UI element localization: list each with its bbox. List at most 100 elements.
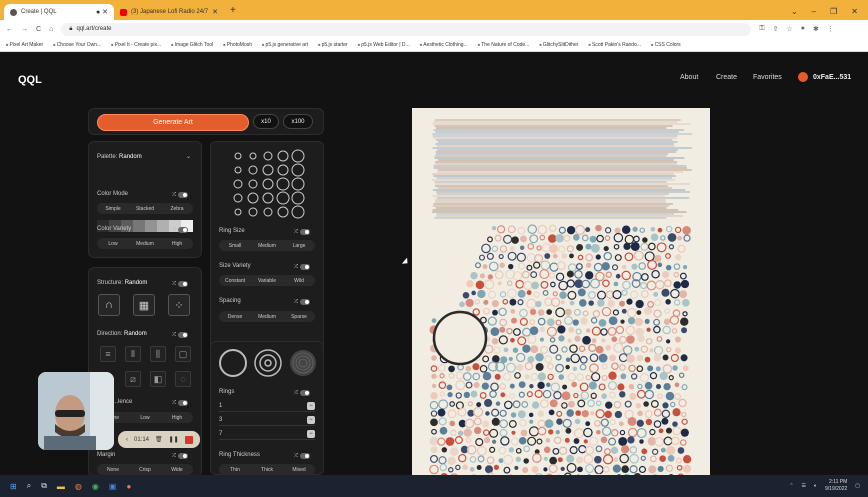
direction-circular-icon[interactable]: ◌ xyxy=(175,371,191,387)
reload-icon[interactable]: C xyxy=(36,26,41,33)
menu-icon[interactable]: ⋮ xyxy=(827,25,834,33)
nav-about[interactable]: About xyxy=(680,74,698,81)
minimize-icon[interactable]: – xyxy=(812,7,816,16)
option-constant[interactable]: Constant xyxy=(219,275,251,286)
option-wide[interactable]: Wide xyxy=(161,464,193,475)
option-low[interactable]: Low xyxy=(97,238,129,249)
home-icon[interactable]: ⌂ xyxy=(49,26,53,33)
option-none[interactable]: None xyxy=(97,464,129,475)
qql-logo[interactable]: QQL xyxy=(18,74,42,86)
option-mixed[interactable]: Mixed xyxy=(283,464,315,475)
option-large[interactable]: Large xyxy=(283,240,315,251)
direction-horizontal-icon[interactable]: ≡ xyxy=(100,346,116,362)
close-window-icon[interactable]: ✕ xyxy=(851,7,858,16)
turbulence-random-toggle[interactable]: ⤮ xyxy=(172,399,192,407)
bookmark-item[interactable]: CSS Colors xyxy=(651,42,681,48)
back-icon[interactable]: ← xyxy=(6,26,13,33)
windows-start-icon[interactable]: ⊞ xyxy=(10,482,17,491)
option-high[interactable]: High xyxy=(161,412,193,423)
option-high[interactable]: High xyxy=(161,238,193,249)
direction-box-icon[interactable]: ▢ xyxy=(175,346,191,362)
bookmark-item[interactable]: Choose Your Own... xyxy=(53,42,101,48)
structure-grid-icon[interactable]: ▦ xyxy=(133,294,155,316)
color-variety-random-toggle[interactable]: ⤮ xyxy=(172,226,192,234)
bookmark-item[interactable]: PhotoMosh xyxy=(223,42,252,48)
volume-icon[interactable]: 🔈︎ xyxy=(814,483,817,490)
option-low[interactable]: Low xyxy=(129,412,161,423)
network-icon[interactable]: ☰ xyxy=(802,483,806,490)
collapse-icon[interactable]: ‹ xyxy=(126,437,128,443)
bookmark-item[interactable]: GlitchySlitDither xyxy=(539,42,579,48)
generate-x100-button[interactable]: x100 xyxy=(283,114,313,129)
bookmark-item[interactable]: Pixel Art Maker xyxy=(6,42,44,48)
close-tab-icon[interactable]: ✕ xyxy=(212,8,218,16)
direction-columns-icon[interactable]: ⫼ xyxy=(150,346,166,362)
direction-vertical-icon[interactable]: ⦀ xyxy=(125,346,141,362)
pause-icon[interactable]: ❚❚ xyxy=(169,436,179,443)
size-variety-random-toggle[interactable]: ⤮ xyxy=(294,263,314,271)
color-mode-random-toggle[interactable]: ⤮ xyxy=(172,191,192,199)
option-simple[interactable]: Simple xyxy=(97,203,129,214)
margin-random-toggle[interactable]: ⤮ xyxy=(172,452,192,460)
star-icon[interactable]: ☆ xyxy=(787,25,793,33)
generate-x10-button[interactable]: x10 xyxy=(253,114,279,129)
app-icon[interactable]: ◍ xyxy=(75,482,82,491)
remove-ring-button[interactable]: − xyxy=(307,415,315,424)
nav-favorites[interactable]: Favorites xyxy=(753,74,782,81)
stop-recording-icon[interactable] xyxy=(184,435,193,444)
key-icon[interactable]: ⚿ xyxy=(759,25,764,33)
generate-art-button[interactable]: Generate Art xyxy=(97,114,249,131)
option-crisp[interactable]: Crisp xyxy=(129,464,161,475)
ring-thickness-random-toggle[interactable]: ⤮ xyxy=(294,452,314,460)
option-stacked[interactable]: Stacked xyxy=(129,203,161,214)
option-medium[interactable]: Medium xyxy=(251,240,283,251)
bookmark-item[interactable]: Image Glitch Tool xyxy=(171,42,214,48)
chevron-down-icon[interactable]: ⌄ xyxy=(186,153,191,160)
structure-scatter-icon[interactable]: ⁘ xyxy=(168,294,190,316)
option-small[interactable]: Small xyxy=(219,240,251,251)
search-icon[interactable]: ⌕ xyxy=(27,481,31,491)
wallet-button[interactable]: 0xFaE...531 xyxy=(798,72,851,82)
bookmark-item[interactable]: p5.js generative art xyxy=(262,42,309,48)
file-explorer-icon[interactable]: ▬ xyxy=(57,482,65,491)
tray-chevron-icon[interactable]: ⌃ xyxy=(789,483,793,490)
chrome-icon[interactable]: ◉ xyxy=(92,482,99,491)
structure-random-toggle[interactable]: ⤮ xyxy=(172,280,192,288)
option-thin[interactable]: Thin xyxy=(219,464,251,475)
bookmark-item[interactable]: Scott Pakin's Rando... xyxy=(588,42,641,48)
bookmark-item[interactable]: The Nature of Code... xyxy=(478,42,529,48)
close-tab-icon[interactable]: ● ✕ xyxy=(96,8,108,16)
option-variable[interactable]: Variable xyxy=(251,275,283,286)
trash-icon[interactable]: 🗑︎ xyxy=(155,436,163,443)
app-icon[interactable]: ▣ xyxy=(109,482,117,491)
tab-create-qql[interactable]: Create | QQL ● ✕ xyxy=(4,4,114,20)
new-tab-button[interactable]: + xyxy=(224,4,242,20)
artwork-canvas[interactable] xyxy=(412,108,710,484)
extension-icon[interactable]: ● xyxy=(801,25,805,33)
nav-create[interactable]: Create xyxy=(716,74,737,81)
spacing-random-toggle[interactable]: ⤮ xyxy=(294,298,314,306)
remove-ring-button[interactable]: − xyxy=(307,401,315,410)
direction-random-toggle[interactable]: ⤮ xyxy=(172,331,192,339)
bookmark-item[interactable]: Pixel It - Create pix... xyxy=(111,42,161,48)
structure-arch-icon[interactable]: ∩ xyxy=(98,294,120,316)
option-medium[interactable]: Medium xyxy=(129,238,161,249)
share-icon[interactable]: ⇪ xyxy=(773,25,779,33)
ring-size-random-toggle[interactable]: ⤮ xyxy=(294,228,314,236)
forward-icon[interactable]: → xyxy=(21,26,28,33)
maximize-icon[interactable]: ❐ xyxy=(830,7,837,16)
option-wild[interactable]: Wild xyxy=(283,275,315,286)
option-zebra[interactable]: Zebra xyxy=(161,203,193,214)
option-dense[interactable]: Dense xyxy=(219,311,251,322)
direction-square-icon[interactable]: ◧ xyxy=(150,371,166,387)
clock[interactable]: 2:11 PM 9/19/2022 xyxy=(825,479,847,493)
direction-diagonal-icon[interactable]: ⧄ xyxy=(125,371,141,387)
chevron-down-icon[interactable]: ⌄ xyxy=(791,7,798,16)
bookmark-item[interactable]: p5.js Web Editor | D... xyxy=(358,42,409,48)
notification-icon[interactable]: ▢ xyxy=(855,483,860,490)
task-view-icon[interactable]: ⧉ xyxy=(41,481,47,491)
tab-lofi-radio[interactable]: (3) Japanese Lofi Radio 24/7 ✕ xyxy=(114,4,224,20)
browser-icon[interactable]: ● xyxy=(126,482,131,491)
rings-random-toggle[interactable]: ⤮ xyxy=(294,389,314,397)
option-medium[interactable]: Medium xyxy=(251,311,283,322)
